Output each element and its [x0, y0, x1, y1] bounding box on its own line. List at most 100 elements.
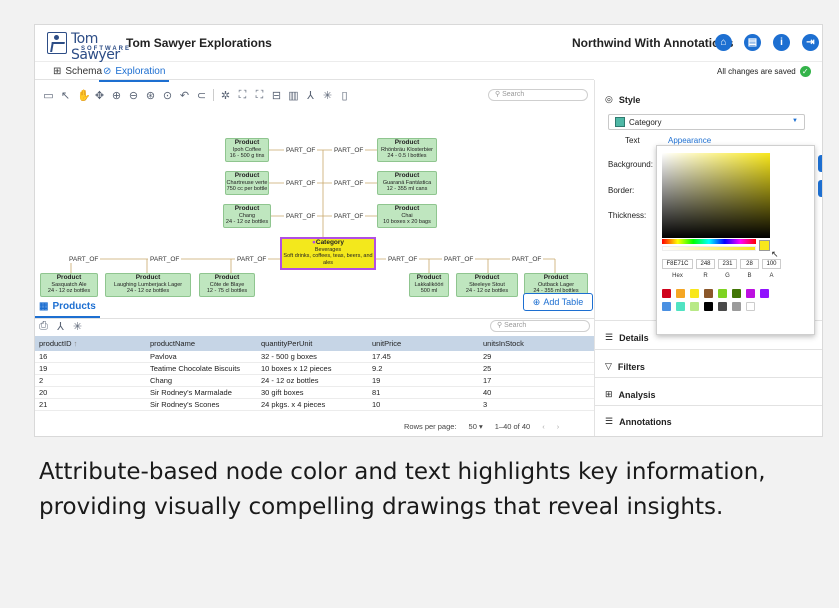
bar-layout-icon[interactable]: ▥ [288, 89, 299, 102]
add-table-button[interactable]: ⊕ Add Table [523, 293, 593, 311]
person-icon[interactable]: ⅄ [55, 320, 66, 333]
graph-search-input[interactable]: ⚲ Search [488, 89, 588, 101]
product-node[interactable]: Product Steeleye Stout 24 - 12 oz bottle… [456, 273, 518, 297]
analysis-section-header[interactable]: ⊞ Analysis [595, 389, 822, 400]
image-export-icon[interactable]: ▭ [43, 89, 54, 102]
product-node[interactable]: Product Sasquatch Ale 24 - 12 oz bottles [40, 273, 98, 297]
lasso-icon[interactable]: ⊂ [196, 89, 207, 102]
blue-field[interactable]: 28 [740, 259, 759, 269]
graph-canvas[interactable]: Product Ipoh Coffee 16 - 500 g tins Prod… [35, 107, 594, 297]
pan-icon[interactable]: ✋ [77, 89, 91, 102]
layout-icon[interactable]: ✲ [220, 89, 231, 102]
zoom-fit-icon[interactable]: ⊛ [145, 89, 156, 102]
column-header-label: productID [39, 339, 72, 348]
preset-color-swatch[interactable] [676, 289, 685, 298]
product-node[interactable]: Product Côte de Blaye 12 - 75 cl bottles [199, 273, 255, 297]
preset-color-swatch[interactable] [676, 302, 685, 311]
move-icon[interactable]: ✥ [94, 89, 105, 102]
tab-text[interactable]: Text [625, 136, 640, 145]
preset-color-swatch[interactable] [690, 302, 699, 311]
tab-exploration[interactable]: ⊘ Exploration [98, 66, 170, 82]
table-row[interactable]: 2 Chang 24 - 12 oz bottles 19 17 [35, 374, 594, 387]
preset-color-swatch[interactable] [718, 289, 727, 298]
red-field[interactable]: 248 [696, 259, 715, 269]
product-node[interactable]: Product Laughing Lumberjack Lager 24 - 1… [105, 273, 191, 297]
pointer-icon[interactable]: ↖ [60, 89, 71, 102]
product-node[interactable]: Product Chartreuse verte 750 cc per bott… [225, 171, 269, 195]
preset-color-swatch[interactable] [732, 302, 741, 311]
product-node-qty: 16 - 500 g tins [229, 153, 265, 159]
table-cell: 21 [35, 398, 146, 411]
tab-appearance[interactable]: Appearance [661, 136, 718, 149]
divider [595, 377, 822, 378]
preset-color-swatch[interactable] [732, 289, 741, 298]
product-node[interactable]: Product Rhönbräu Klosterbier 24 - 0.5 l … [377, 138, 437, 162]
preset-color-swatch[interactable] [704, 289, 713, 298]
product-node[interactable]: Product Ipoh Coffee 16 - 500 g tins [225, 138, 269, 162]
table-row[interactable]: 21 Sir Rodney's Scones 24 pkgs. x 4 piec… [35, 398, 594, 411]
next-page-icon[interactable]: › [557, 422, 560, 431]
product-node[interactable]: Product Guaraná Fantástica 12 - 355 ml c… [377, 171, 437, 195]
alpha-slider[interactable] [662, 246, 756, 251]
column-header[interactable]: quantityPerUnit [257, 336, 368, 351]
table-row[interactable]: 16 Pavlova 32 - 500 g boxes 17.45 29 [35, 351, 594, 363]
graph-search-placeholder: Search [502, 91, 525, 98]
zoom-selection-icon[interactable]: ⊙ [162, 89, 173, 102]
table-row[interactable]: 19 Teatime Chocolate Biscuits 10 boxes x… [35, 362, 594, 375]
green-field[interactable]: 231 [718, 259, 737, 269]
table-cell: 24 pkgs. x 4 pieces [257, 398, 368, 411]
delete-icon[interactable]: ▯ [339, 89, 350, 102]
tab-products[interactable]: ▦ Products [35, 301, 100, 318]
rows-per-page-select[interactable]: 50 ▾ [469, 422, 483, 431]
palette-button-icon[interactable]: ❂ [818, 180, 822, 197]
edge-label: PART_OF [442, 256, 476, 263]
product-node[interactable]: Product Chai 10 boxes x 20 bags [377, 204, 437, 228]
hex-field[interactable]: F8E71C [662, 259, 693, 269]
saturation-value-area[interactable] [662, 153, 770, 238]
filters-section-header[interactable]: ▽ Filters [595, 361, 822, 372]
table-toolbar: ⎙ ⅄ ✳ [38, 320, 83, 333]
person-icon[interactable]: ⅄ [305, 89, 316, 102]
tab-schema[interactable]: ⊞ Schema [53, 66, 102, 77]
preset-color-swatch[interactable] [718, 302, 727, 311]
annotations-section-header[interactable]: ☰ Annotations [595, 416, 822, 427]
column-header[interactable]: productID ↑ [35, 336, 146, 351]
table-row[interactable]: 20 Sir Rodney's Marmalade 30 gift boxes … [35, 386, 594, 399]
export-icon[interactable]: ⎙ [38, 320, 49, 333]
preset-color-swatch[interactable] [662, 302, 671, 311]
logout-icon[interactable]: ⇥ [802, 34, 819, 51]
home-icon[interactable]: ⌂ [715, 34, 732, 51]
edge-label: PART_OF [67, 256, 101, 263]
preset-color-swatch[interactable] [662, 289, 671, 298]
element-type-select[interactable]: Category ▼ [608, 114, 805, 130]
column-header[interactable]: unitsInStock [479, 336, 594, 351]
tree-icon[interactable]: ⛶ [254, 89, 265, 102]
product-node[interactable]: Product Chang 24 - 12 oz bottles [223, 204, 271, 228]
undo-icon[interactable]: ↶ [179, 89, 190, 102]
star-icon[interactable]: ✳ [72, 320, 83, 333]
zoom-in-icon[interactable]: ⊕ [111, 89, 122, 102]
hue-slider[interactable] [662, 239, 756, 244]
category-node[interactable]: ●Category Beverages Soft drinks, coffees… [280, 237, 376, 270]
preset-color-swatch[interactable] [746, 289, 755, 298]
table-search-input[interactable]: ⚲ Search [490, 320, 590, 332]
preset-color-swatch[interactable] [760, 289, 769, 298]
star-layout-icon[interactable]: ✳ [322, 89, 333, 102]
preset-color-swatch[interactable] [746, 302, 755, 311]
table-cell: 40 [479, 386, 594, 399]
palette-button-icon[interactable]: ❂ [818, 155, 822, 172]
product-node[interactable]: Product Lakkalikööri 500 ml [409, 273, 449, 297]
orthogonal-icon[interactable]: ⊟ [271, 89, 282, 102]
document-icon[interactable]: ▤ [744, 34, 761, 51]
zoom-out-icon[interactable]: ⊖ [128, 89, 139, 102]
preset-color-swatch[interactable] [690, 289, 699, 298]
preset-color-swatch[interactable] [704, 302, 713, 311]
column-header[interactable]: productName [146, 336, 257, 351]
style-section-header[interactable]: ◎ Style [595, 94, 822, 105]
info-icon[interactable]: i [773, 34, 790, 51]
column-header[interactable]: unitPrice [368, 336, 479, 351]
prev-page-icon[interactable]: ‹ [542, 422, 545, 431]
alpha-field[interactable]: 100 [762, 259, 781, 269]
hierarchy-icon[interactable]: ⛶ [237, 89, 248, 102]
hex-label: Hex [672, 273, 683, 279]
